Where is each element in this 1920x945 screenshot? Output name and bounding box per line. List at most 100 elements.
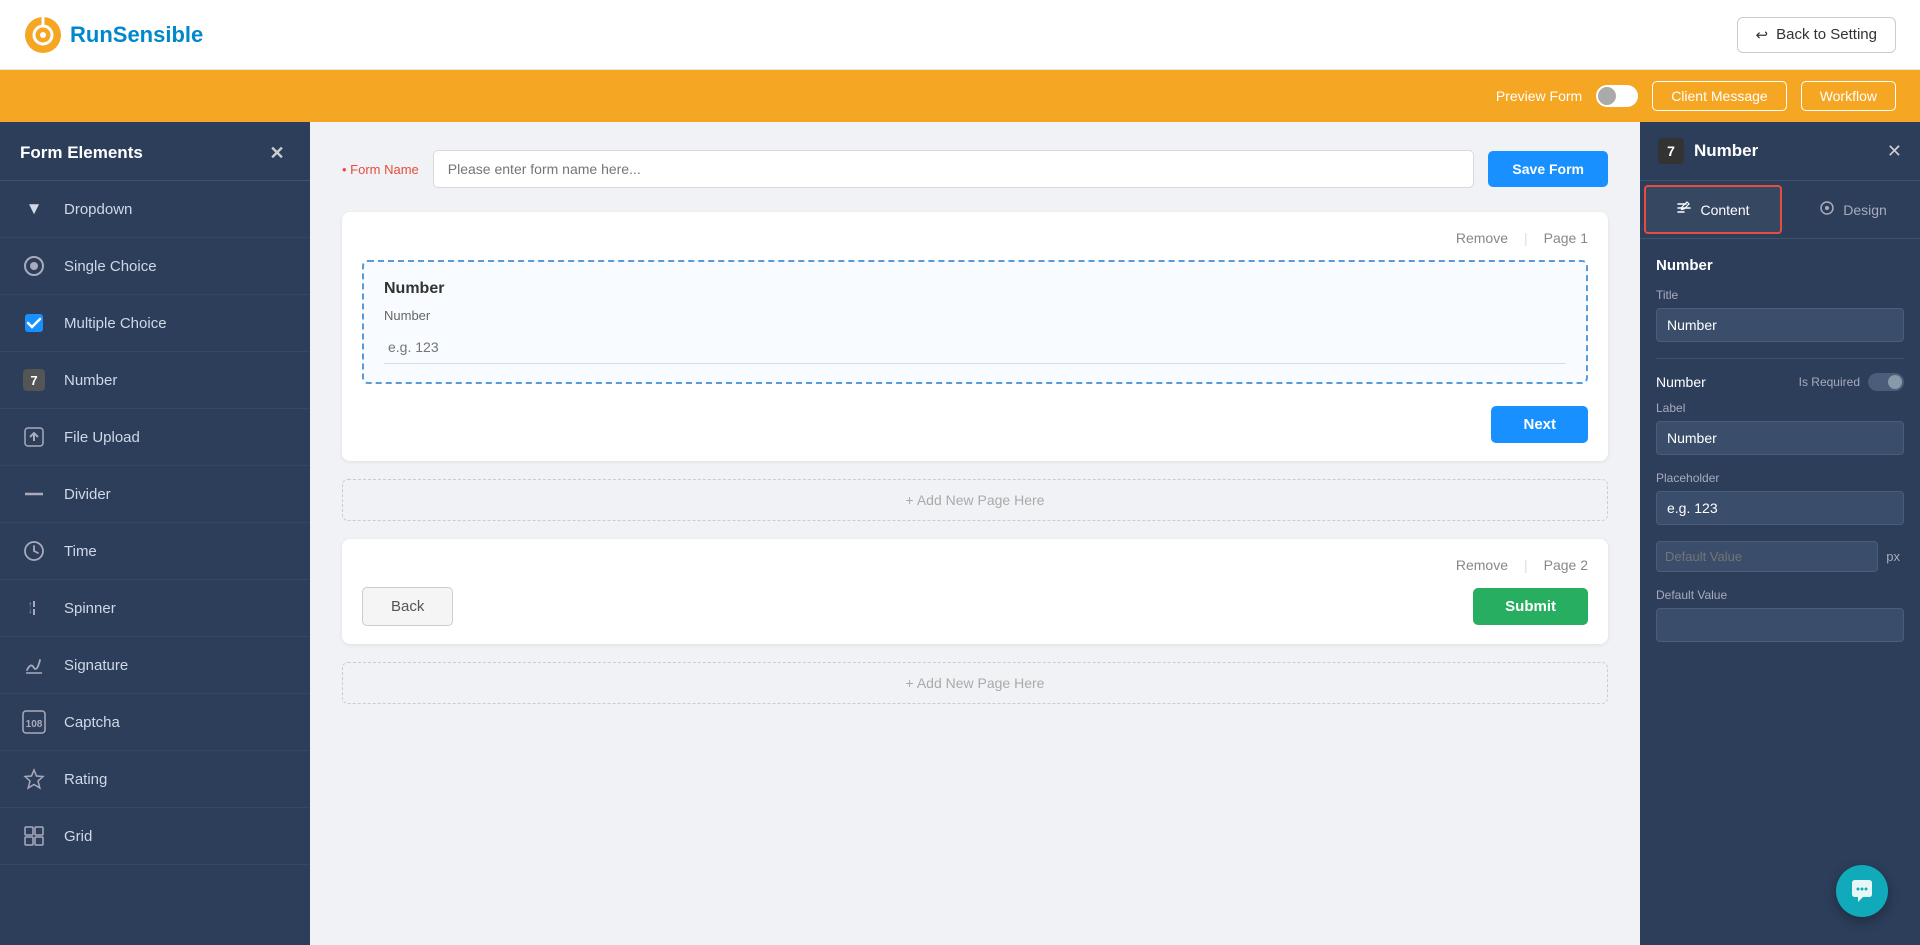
number-card: Number Number: [362, 260, 1588, 384]
number-card-label: Number: [384, 308, 1566, 323]
rp-default-value-label-input[interactable]: [1656, 541, 1878, 572]
page2-header-row: Remove | Page 2: [362, 557, 1588, 573]
rp-number-label: Number: [1656, 374, 1706, 390]
sidebar-item-grid[interactable]: Grid: [0, 808, 310, 865]
sidebar-item-label: Divider: [64, 486, 111, 503]
sidebar-item-number[interactable]: 7 Number: [0, 352, 310, 409]
back-arrow-icon: ↩: [1756, 26, 1769, 44]
rp-section-title: Number: [1656, 257, 1904, 274]
number-card-title: Number: [384, 280, 1566, 298]
rp-label-input[interactable]: [1656, 421, 1904, 455]
signature-icon: [20, 651, 48, 679]
number-card-input[interactable]: [384, 331, 1566, 364]
rp-number-row: Number Is Required: [1656, 373, 1904, 391]
rp-default-value2-group: Default Value: [1656, 588, 1904, 642]
chat-bubble-button[interactable]: [1836, 865, 1888, 917]
sidebar-item-label: Grid: [64, 828, 92, 845]
svg-text:↓: ↓: [28, 606, 32, 615]
right-panel-title-text: Number: [1694, 141, 1758, 161]
preview-form-toggle[interactable]: [1596, 85, 1638, 107]
top-header: RunSensible ↩ Back to Setting: [0, 0, 1920, 70]
logo-area: RunSensible: [24, 16, 203, 54]
rp-default-value-input[interactable]: [1656, 608, 1904, 642]
right-panel-header: 7 Number ✕: [1640, 122, 1920, 181]
sidebar-item-time[interactable]: Time: [0, 523, 310, 580]
right-panel-title: 7 Number: [1658, 138, 1758, 164]
sidebar-item-signature[interactable]: Signature: [0, 637, 310, 694]
time-icon: [20, 537, 48, 565]
logo-text: RunSensible: [70, 22, 203, 48]
captcha-icon: 108: [20, 708, 48, 736]
sidebar-item-dropdown[interactable]: ▼ Dropdown: [0, 181, 310, 238]
submit-button[interactable]: Submit: [1473, 588, 1588, 625]
sidebar-item-spinner[interactable]: ↑↓ Spinner: [0, 580, 310, 637]
workflow-button[interactable]: Workflow: [1801, 81, 1896, 111]
page2-section: Remove | Page 2 Back Submit: [342, 539, 1608, 644]
save-form-button[interactable]: Save Form: [1488, 151, 1608, 187]
content-tab-label: Content: [1700, 202, 1749, 218]
rp-label-label: Label: [1656, 401, 1904, 415]
page1-label: Page 1: [1544, 230, 1588, 246]
page1-header-row: Remove | Page 1: [362, 230, 1588, 246]
rp-placeholder-input[interactable]: [1656, 491, 1904, 525]
content-tab-icon: [1676, 200, 1692, 219]
sidebar-item-label: Spinner: [64, 600, 116, 617]
back-button[interactable]: Back: [362, 587, 453, 626]
rp-default-value2-label: Default Value: [1656, 588, 1904, 602]
chat-icon: [1849, 878, 1875, 904]
tab-design[interactable]: Design: [1786, 181, 1920, 238]
sidebar-item-captcha[interactable]: 108 Captcha: [0, 694, 310, 751]
svg-text:7: 7: [30, 373, 37, 388]
number-icon: 7: [20, 366, 48, 394]
tab-content[interactable]: Content: [1644, 185, 1782, 234]
page2-label: Page 2: [1544, 557, 1588, 573]
rp-label-group: Label: [1656, 401, 1904, 455]
sidebar-item-file-upload[interactable]: File Upload: [0, 409, 310, 466]
sidebar-item-single-choice[interactable]: Single Choice: [0, 238, 310, 295]
add-page-row-1[interactable]: + Add New Page Here: [342, 479, 1608, 521]
sidebar-item-rating[interactable]: Rating: [0, 751, 310, 808]
left-sidebar: Form Elements ✕ ▼ Dropdown Single Choice…: [0, 122, 310, 945]
sidebar-item-divider[interactable]: Divider: [0, 466, 310, 523]
sidebar-item-label: Time: [64, 543, 97, 560]
back-to-setting-button[interactable]: ↩ Back to Setting: [1737, 17, 1896, 53]
client-message-button[interactable]: Client Message: [1652, 81, 1787, 111]
sidebar-close-button[interactable]: ✕: [264, 140, 290, 166]
rp-default-value-group: px: [1656, 541, 1904, 572]
center-content: • Form Name Save Form Remove | Page 1 Nu…: [310, 122, 1640, 945]
rp-title-group: Title: [1656, 288, 1904, 342]
design-tab-label: Design: [1843, 202, 1887, 218]
rp-title-input[interactable]: [1656, 308, 1904, 342]
file-upload-icon: [20, 423, 48, 451]
pipe-divider2: |: [1524, 557, 1528, 573]
page2-buttons: Back Submit: [362, 587, 1588, 626]
form-name-input[interactable]: [433, 150, 1475, 188]
right-tabs: Content Design: [1640, 181, 1920, 239]
single-choice-icon: [20, 252, 48, 280]
pipe-divider: |: [1524, 230, 1528, 246]
is-required-toggle[interactable]: [1868, 373, 1904, 391]
sidebar-item-multiple-choice[interactable]: Multiple Choice: [0, 295, 310, 352]
sidebar-item-label: Single Choice: [64, 258, 157, 275]
number-badge: 7: [1658, 138, 1684, 164]
preview-form-label: Preview Form: [1496, 88, 1582, 104]
add-page-row-2[interactable]: + Add New Page Here: [342, 662, 1608, 704]
rp-title-label: Title: [1656, 288, 1904, 302]
right-panel-close-button[interactable]: ✕: [1887, 141, 1902, 162]
sidebar-header: Form Elements ✕: [0, 122, 310, 181]
rating-icon: [20, 765, 48, 793]
page1-remove-link[interactable]: Remove: [1456, 230, 1508, 246]
dropdown-icon: ▼: [20, 195, 48, 223]
sidebar-item-label: Number: [64, 372, 117, 389]
sidebar-item-label: Captcha: [64, 714, 120, 731]
grid-icon: [20, 822, 48, 850]
page2-remove-link[interactable]: Remove: [1456, 557, 1508, 573]
divider-icon: [20, 480, 48, 508]
spinner-icon: ↑↓: [20, 594, 48, 622]
sidebar-item-label: File Upload: [64, 429, 140, 446]
sidebar-item-label: Multiple Choice: [64, 315, 167, 332]
logo-icon: [24, 16, 62, 54]
next-button[interactable]: Next: [1491, 406, 1588, 443]
rp-default-row: px: [1656, 541, 1904, 572]
form-name-row: • Form Name Save Form: [342, 150, 1608, 188]
